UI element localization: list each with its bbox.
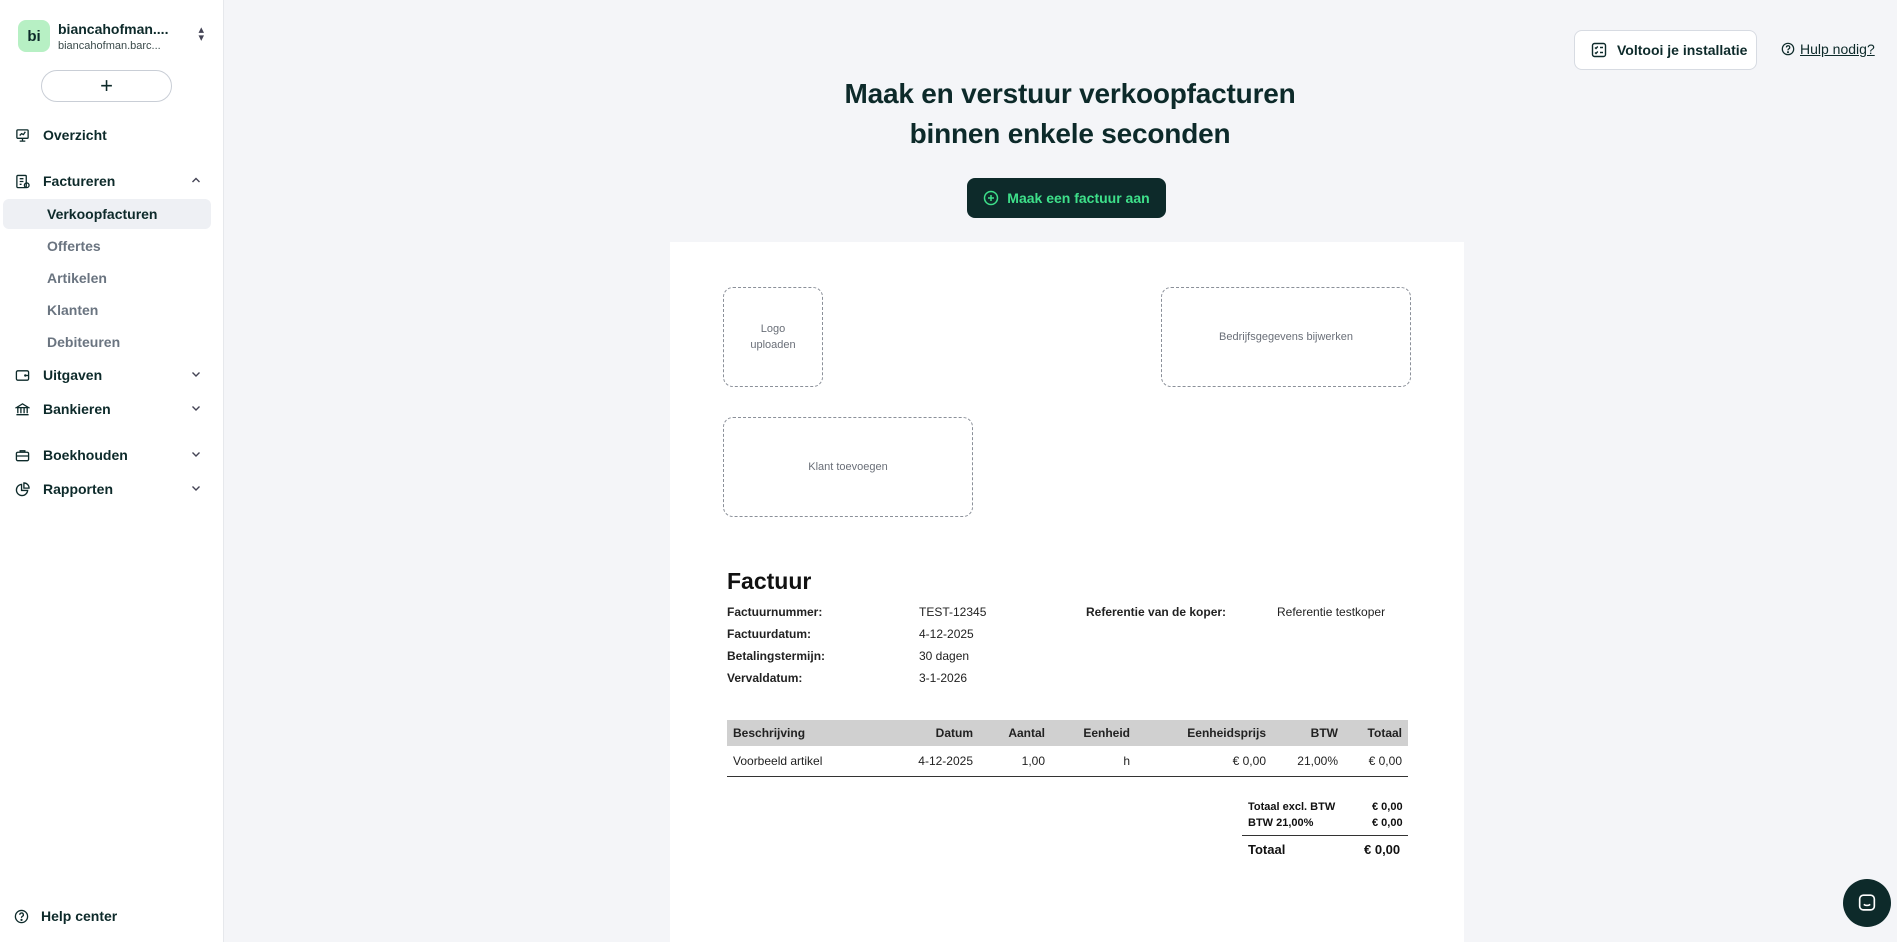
page-headline: Maak en verstuur verkoopfacturen binnen … (760, 74, 1380, 154)
add-client-label: Klant toevoegen (808, 461, 888, 473)
total-excl-vat-label: Totaal excl. BTW (1248, 801, 1336, 813)
nav-overview-label: Overzicht (43, 127, 107, 143)
help-center-label: Help center (41, 908, 118, 924)
table-cell: € 0,00 (1136, 746, 1272, 777)
question-circle-icon (14, 909, 29, 923)
buyer-reference-value: Referentie testkoper (1277, 605, 1386, 619)
help-needed-link[interactable]: Hulp nodig? (1781, 41, 1875, 57)
switch-arrows-icon[interactable]: ▴ ▾ (198, 25, 204, 44)
payment-term-value: 30 dagen (919, 649, 970, 663)
vat-value: € 0,00 (1372, 817, 1403, 829)
invoice-number-value: TEST-12345 (919, 605, 987, 619)
due-date-value: 3-1-2026 (919, 671, 968, 685)
buyer-reference-label: Referentie van de koper: (1086, 605, 1227, 619)
nav-banking[interactable]: Bankieren (14, 397, 210, 421)
nav-invoicing[interactable]: Factureren (14, 169, 210, 193)
invoice-date-label: Factuurdatum: (727, 627, 811, 641)
invoice-preview: Logo uploaden Bedrijfsgegevens bijwerken… (670, 242, 1464, 942)
chevron-down-icon[interactable] (190, 447, 202, 463)
sidebar-item-verkoopfacturen[interactable]: Verkoopfacturen (3, 199, 211, 229)
totals-divider (1242, 835, 1408, 836)
logo-upload-line-1: Logo (760, 323, 786, 335)
vat-label: BTW 21,00% (1248, 817, 1314, 829)
presentation-icon (14, 127, 30, 143)
nav-invoicing-label: Factureren (43, 173, 116, 189)
company-details-label: Bedrijfsgegevens bijwerken (1219, 331, 1353, 343)
complete-setup-label: Voltooi je installatie (1617, 42, 1748, 58)
org-avatar: bi (18, 20, 50, 52)
nav-reports-label: Rapporten (43, 481, 113, 497)
invoice-icon (14, 173, 30, 189)
nav-banking-label: Bankieren (43, 401, 111, 417)
org-text: biancahofman.... biancahofman.barc... (58, 21, 178, 52)
chat-icon (1858, 894, 1876, 911)
column-header: Beschrijving (727, 720, 897, 746)
org-name: biancahofman.... (58, 20, 169, 37)
total-excl-vat-value: € 0,00 (1372, 801, 1403, 813)
org-subtitle: biancahofman.barc... (58, 39, 161, 52)
grand-total-value: € 0,00 (1364, 842, 1401, 857)
organization-switcher[interactable]: bi biancahofman.... biancahofman.barc...… (18, 18, 208, 54)
column-header: Eenheidsprijs (1136, 720, 1272, 746)
add-client-box[interactable]: Klant toevoegen (723, 417, 973, 517)
payment-term-label: Betalingstermijn: (727, 649, 826, 663)
headline-line-2: binnen enkele seconden (909, 118, 1231, 149)
chevron-down-icon[interactable] (190, 401, 202, 417)
company-details-box[interactable]: Bedrijfsgegevens bijwerken (1161, 287, 1411, 387)
invoice-number-label: Factuurnummer: (727, 605, 823, 619)
invoice-items-table: Beschrijving Datum Aantal Eenheid Eenhei… (727, 720, 1408, 777)
sidebar-item-debiteuren[interactable]: Debiteuren (3, 327, 211, 357)
nav-bookkeeping-label: Boekhouden (43, 447, 128, 463)
table-cell: 21,00% (1272, 746, 1344, 777)
chat-launcher-button[interactable] (1843, 879, 1891, 927)
briefcase-icon (14, 447, 30, 463)
chevron-down-icon[interactable] (190, 367, 202, 383)
nav-bookkeeping[interactable]: Boekhouden (14, 443, 210, 467)
headline-line-1: Maak en verstuur verkoopfacturen (844, 78, 1296, 109)
wallet-icon (14, 367, 30, 383)
add-button[interactable]: + (41, 70, 172, 102)
table-cell: Voorbeeld artikel (727, 746, 897, 777)
column-header: Totaal (1344, 720, 1408, 746)
checklist-icon (1591, 42, 1607, 58)
logo-upload-box[interactable]: Logo uploaden (723, 287, 823, 387)
column-header: Eenheid (1051, 720, 1136, 746)
chevron-up-icon[interactable] (190, 173, 202, 189)
logo-upload-line-2: uploaden (750, 339, 796, 351)
create-invoice-label: Maak een factuur aan (1007, 190, 1150, 206)
table-cell: € 0,00 (1344, 746, 1408, 777)
nav-reports[interactable]: Rapporten (14, 477, 210, 501)
column-header: BTW (1272, 720, 1344, 746)
complete-setup-button[interactable]: Voltooi je installatie (1574, 30, 1757, 70)
column-header: Aantal (979, 720, 1051, 746)
table-row: Voorbeeld artikel 4-12-2025 1,00 h € 0,0… (727, 746, 1408, 777)
chevron-down-icon[interactable] (190, 481, 202, 497)
plus-circle-icon (984, 190, 999, 206)
question-circle-icon (1781, 42, 1795, 56)
nav-expenses[interactable]: Uitgaven (14, 363, 210, 387)
help-needed-label: Hulp nodig? (1800, 41, 1875, 57)
pie-chart-icon (14, 481, 30, 497)
table-cell: 4-12-2025 (897, 746, 979, 777)
bank-icon (14, 401, 30, 417)
nav-expenses-label: Uitgaven (43, 367, 103, 383)
table-cell: h (1051, 746, 1136, 777)
column-header: Datum (897, 720, 979, 746)
invoice-date-value: 4-12-2025 (919, 627, 974, 641)
due-date-label: Vervaldatum: (727, 671, 803, 685)
sidebar: bi biancahofman.... biancahofman.barc...… (0, 0, 224, 942)
create-invoice-button[interactable]: Maak een factuur aan (967, 178, 1166, 218)
nav-overview[interactable]: Overzicht (14, 123, 210, 147)
sidebar-item-artikelen[interactable]: Artikelen (3, 263, 211, 293)
grand-total-label: Totaal (1248, 842, 1286, 857)
table-cell: 1,00 (979, 746, 1051, 777)
table-header-row: Beschrijving Datum Aantal Eenheid Eenhei… (727, 720, 1408, 746)
help-center-link[interactable]: Help center (14, 908, 117, 924)
sidebar-item-offertes[interactable]: Offertes (3, 231, 211, 261)
sidebar-item-klanten[interactable]: Klanten (3, 295, 211, 325)
invoice-title: Factuur (727, 568, 812, 594)
